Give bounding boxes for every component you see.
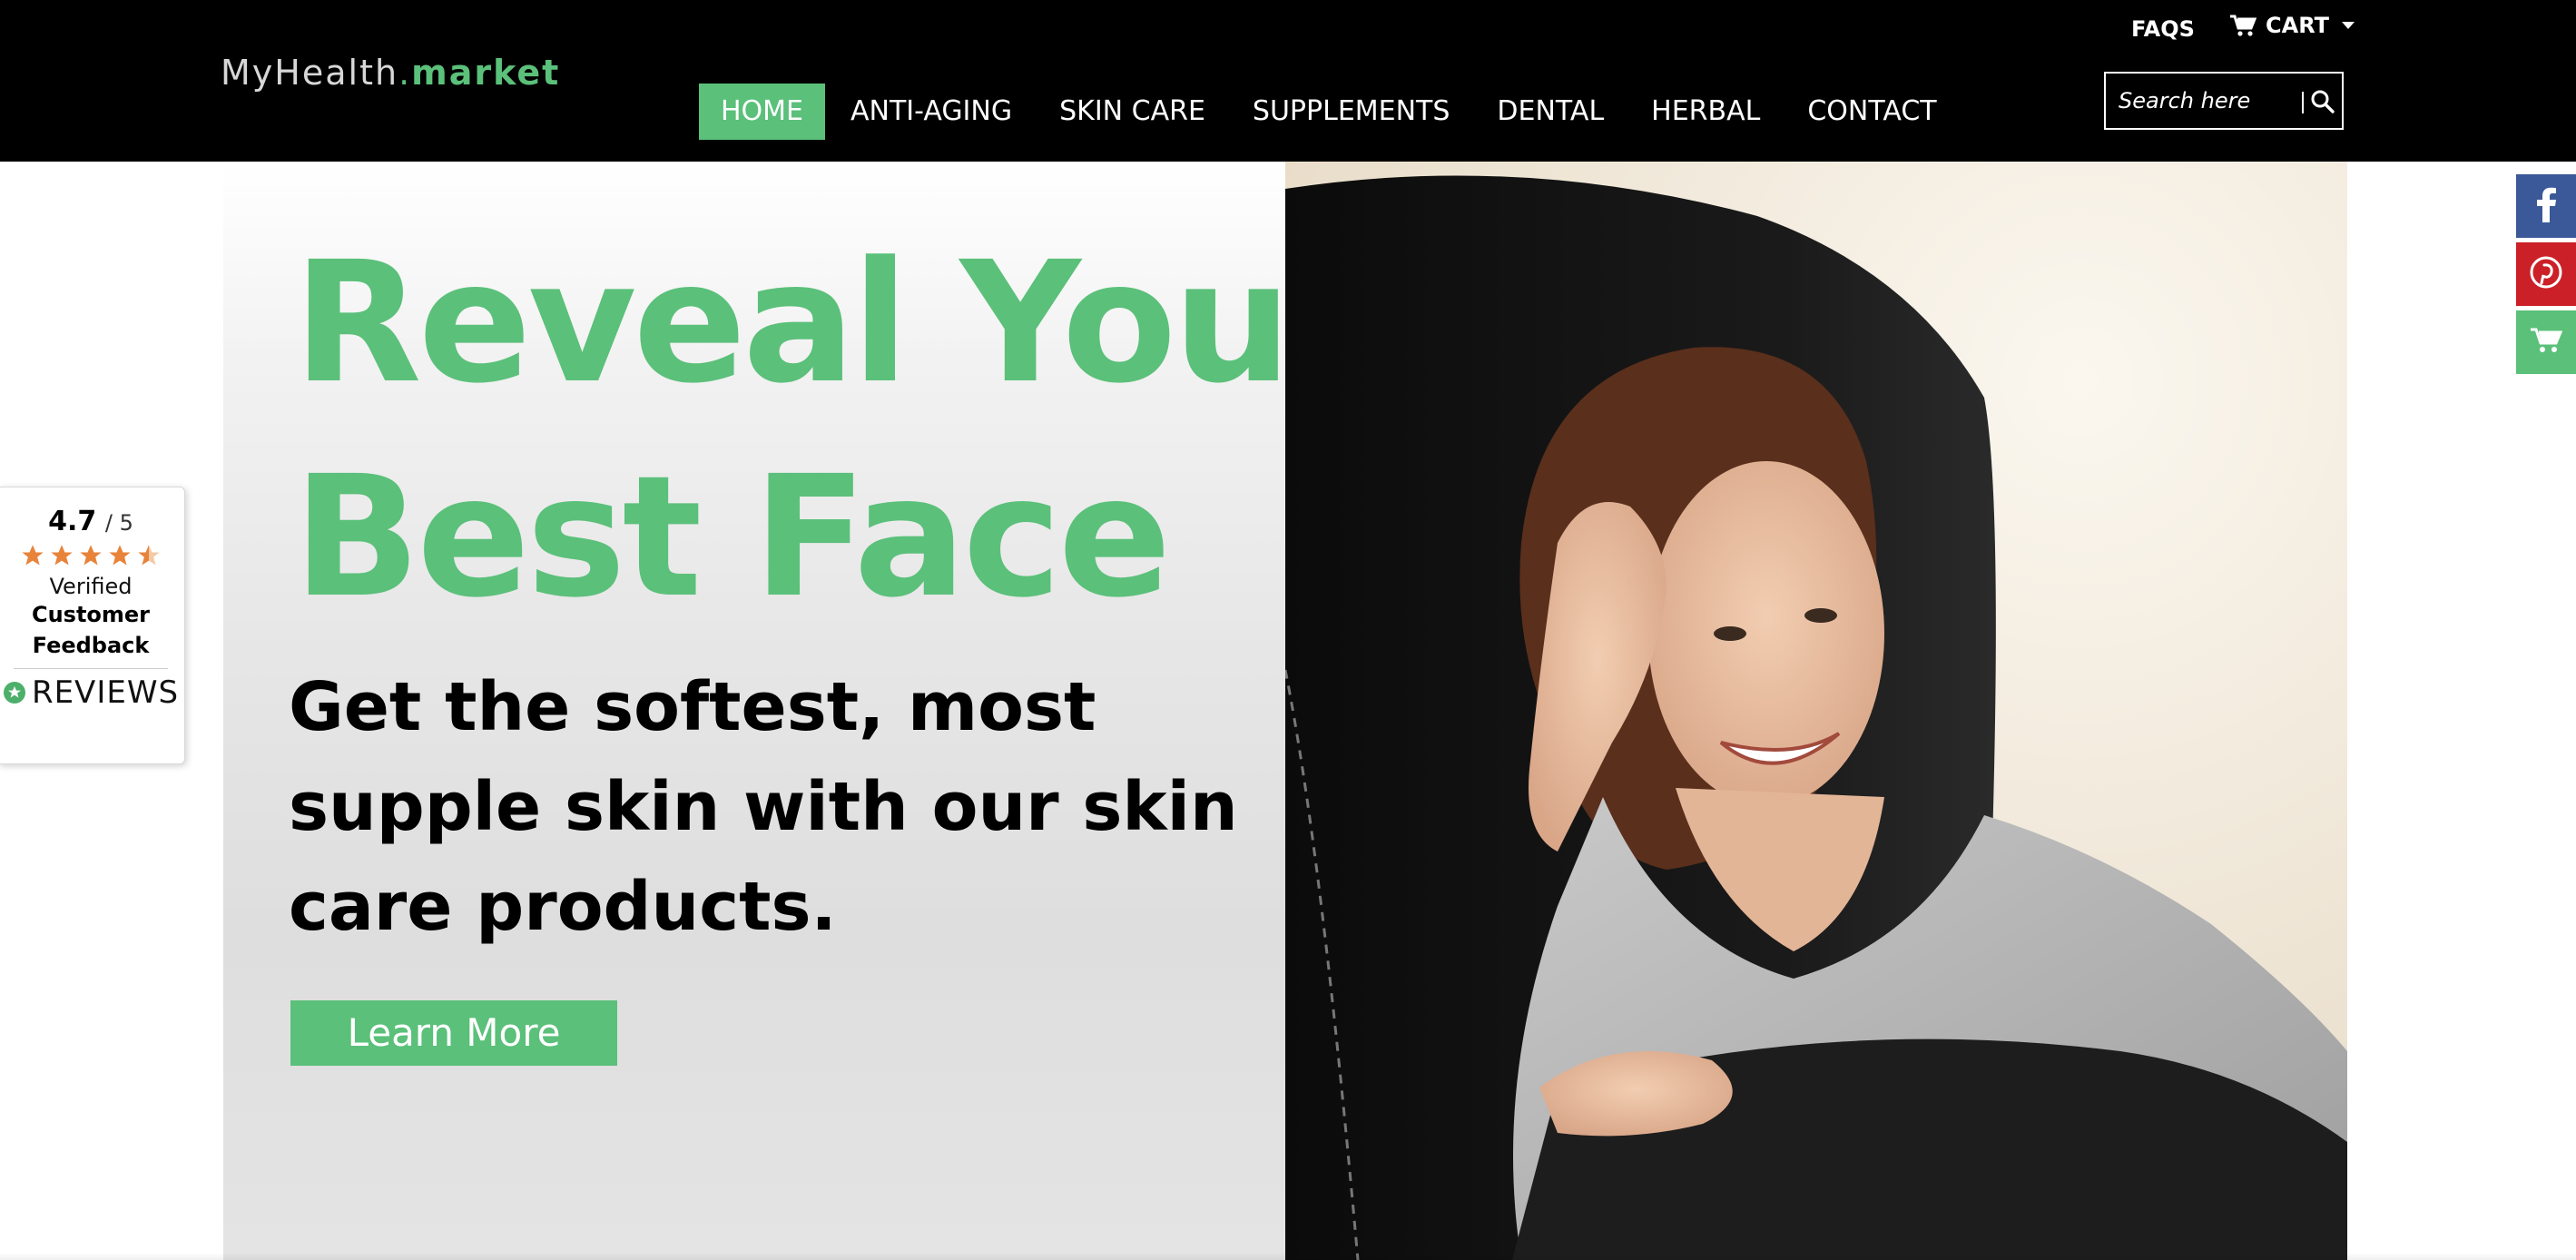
search-divider: [2302, 92, 2304, 113]
badge-feedback: Feedback: [32, 633, 150, 658]
pinterest-icon: [2529, 255, 2563, 293]
nav-item-dental[interactable]: DENTAL: [1475, 84, 1626, 140]
reviews-brand: REVIEWS: [0, 674, 184, 711]
facebook-share-button[interactable]: [2516, 174, 2576, 238]
social-share-strip: [2516, 174, 2576, 379]
half-star-icon: [138, 545, 160, 566]
nav-item-skin-care[interactable]: SKIN CARE: [1037, 84, 1227, 140]
facebook-icon: [2532, 186, 2560, 226]
star-icon: [22, 545, 44, 566]
nav-item-herbal[interactable]: HERBAL: [1629, 84, 1782, 140]
cart-dropdown[interactable]: CART: [2229, 13, 2355, 38]
hero-subheadline: Get the softest, most supple skin with o…: [289, 668, 1238, 946]
cart-icon: [2229, 14, 2256, 37]
rating-out-of: / 5: [104, 510, 133, 536]
star-icon: [51, 545, 73, 566]
hero-headline-line1: Reveal Your: [293, 226, 1371, 420]
shopping-cart-icon: [2530, 327, 2563, 358]
hero-headline: Reveal Your Best Face: [293, 216, 1371, 645]
hero-image: [1285, 162, 2347, 1260]
faqs-link[interactable]: FAQS: [2131, 16, 2195, 42]
star-icon: [80, 545, 102, 566]
rating-score: 4.7 / 5: [0, 506, 184, 537]
reviews-star-icon: [3, 682, 25, 704]
search-box: [2104, 72, 2344, 130]
learn-more-button[interactable]: Learn More: [290, 1000, 617, 1066]
chevron-down-icon: [2341, 22, 2355, 29]
site-header: MyHealth.market FAQS CART HOME ANTI-AGIN…: [0, 0, 2576, 162]
star-icon: [109, 545, 131, 566]
badge-customer: Customer: [31, 602, 151, 627]
pinterest-share-button[interactable]: [2516, 242, 2576, 306]
reviews-brand-text: REVIEWS: [31, 674, 180, 711]
star-rating: [0, 543, 184, 568]
rating-value: 4.7: [48, 506, 97, 537]
site-logo[interactable]: MyHealth.market: [221, 53, 560, 93]
logo-brand: MyHealth: [221, 53, 399, 93]
main-nav: HOME ANTI-AGING SKIN CARE SUPPLEMENTS DE…: [699, 84, 1959, 140]
nav-item-supplements[interactable]: SUPPLEMENTS: [1231, 84, 1472, 140]
nav-item-anti-aging[interactable]: ANTI-AGING: [829, 84, 1034, 140]
badge-verified: Verified: [49, 574, 133, 599]
page-bottom-shadow: [0, 1253, 2576, 1260]
hero-headline-line2: Best Face: [293, 440, 1172, 635]
reviews-badge[interactable]: 4.7 / 5 Verified Customer Feedback REVIE…: [0, 487, 185, 764]
badge-divider: [14, 668, 168, 669]
search-input[interactable]: [2106, 74, 2296, 128]
logo-dot: .: [398, 53, 412, 93]
search-icon[interactable]: [2309, 88, 2336, 115]
nav-item-home[interactable]: HOME: [699, 84, 826, 140]
logo-tld: market: [411, 53, 561, 93]
cart-label: CART: [2266, 13, 2329, 38]
nav-item-contact[interactable]: CONTACT: [1785, 84, 1958, 140]
shop-button[interactable]: [2516, 310, 2576, 374]
